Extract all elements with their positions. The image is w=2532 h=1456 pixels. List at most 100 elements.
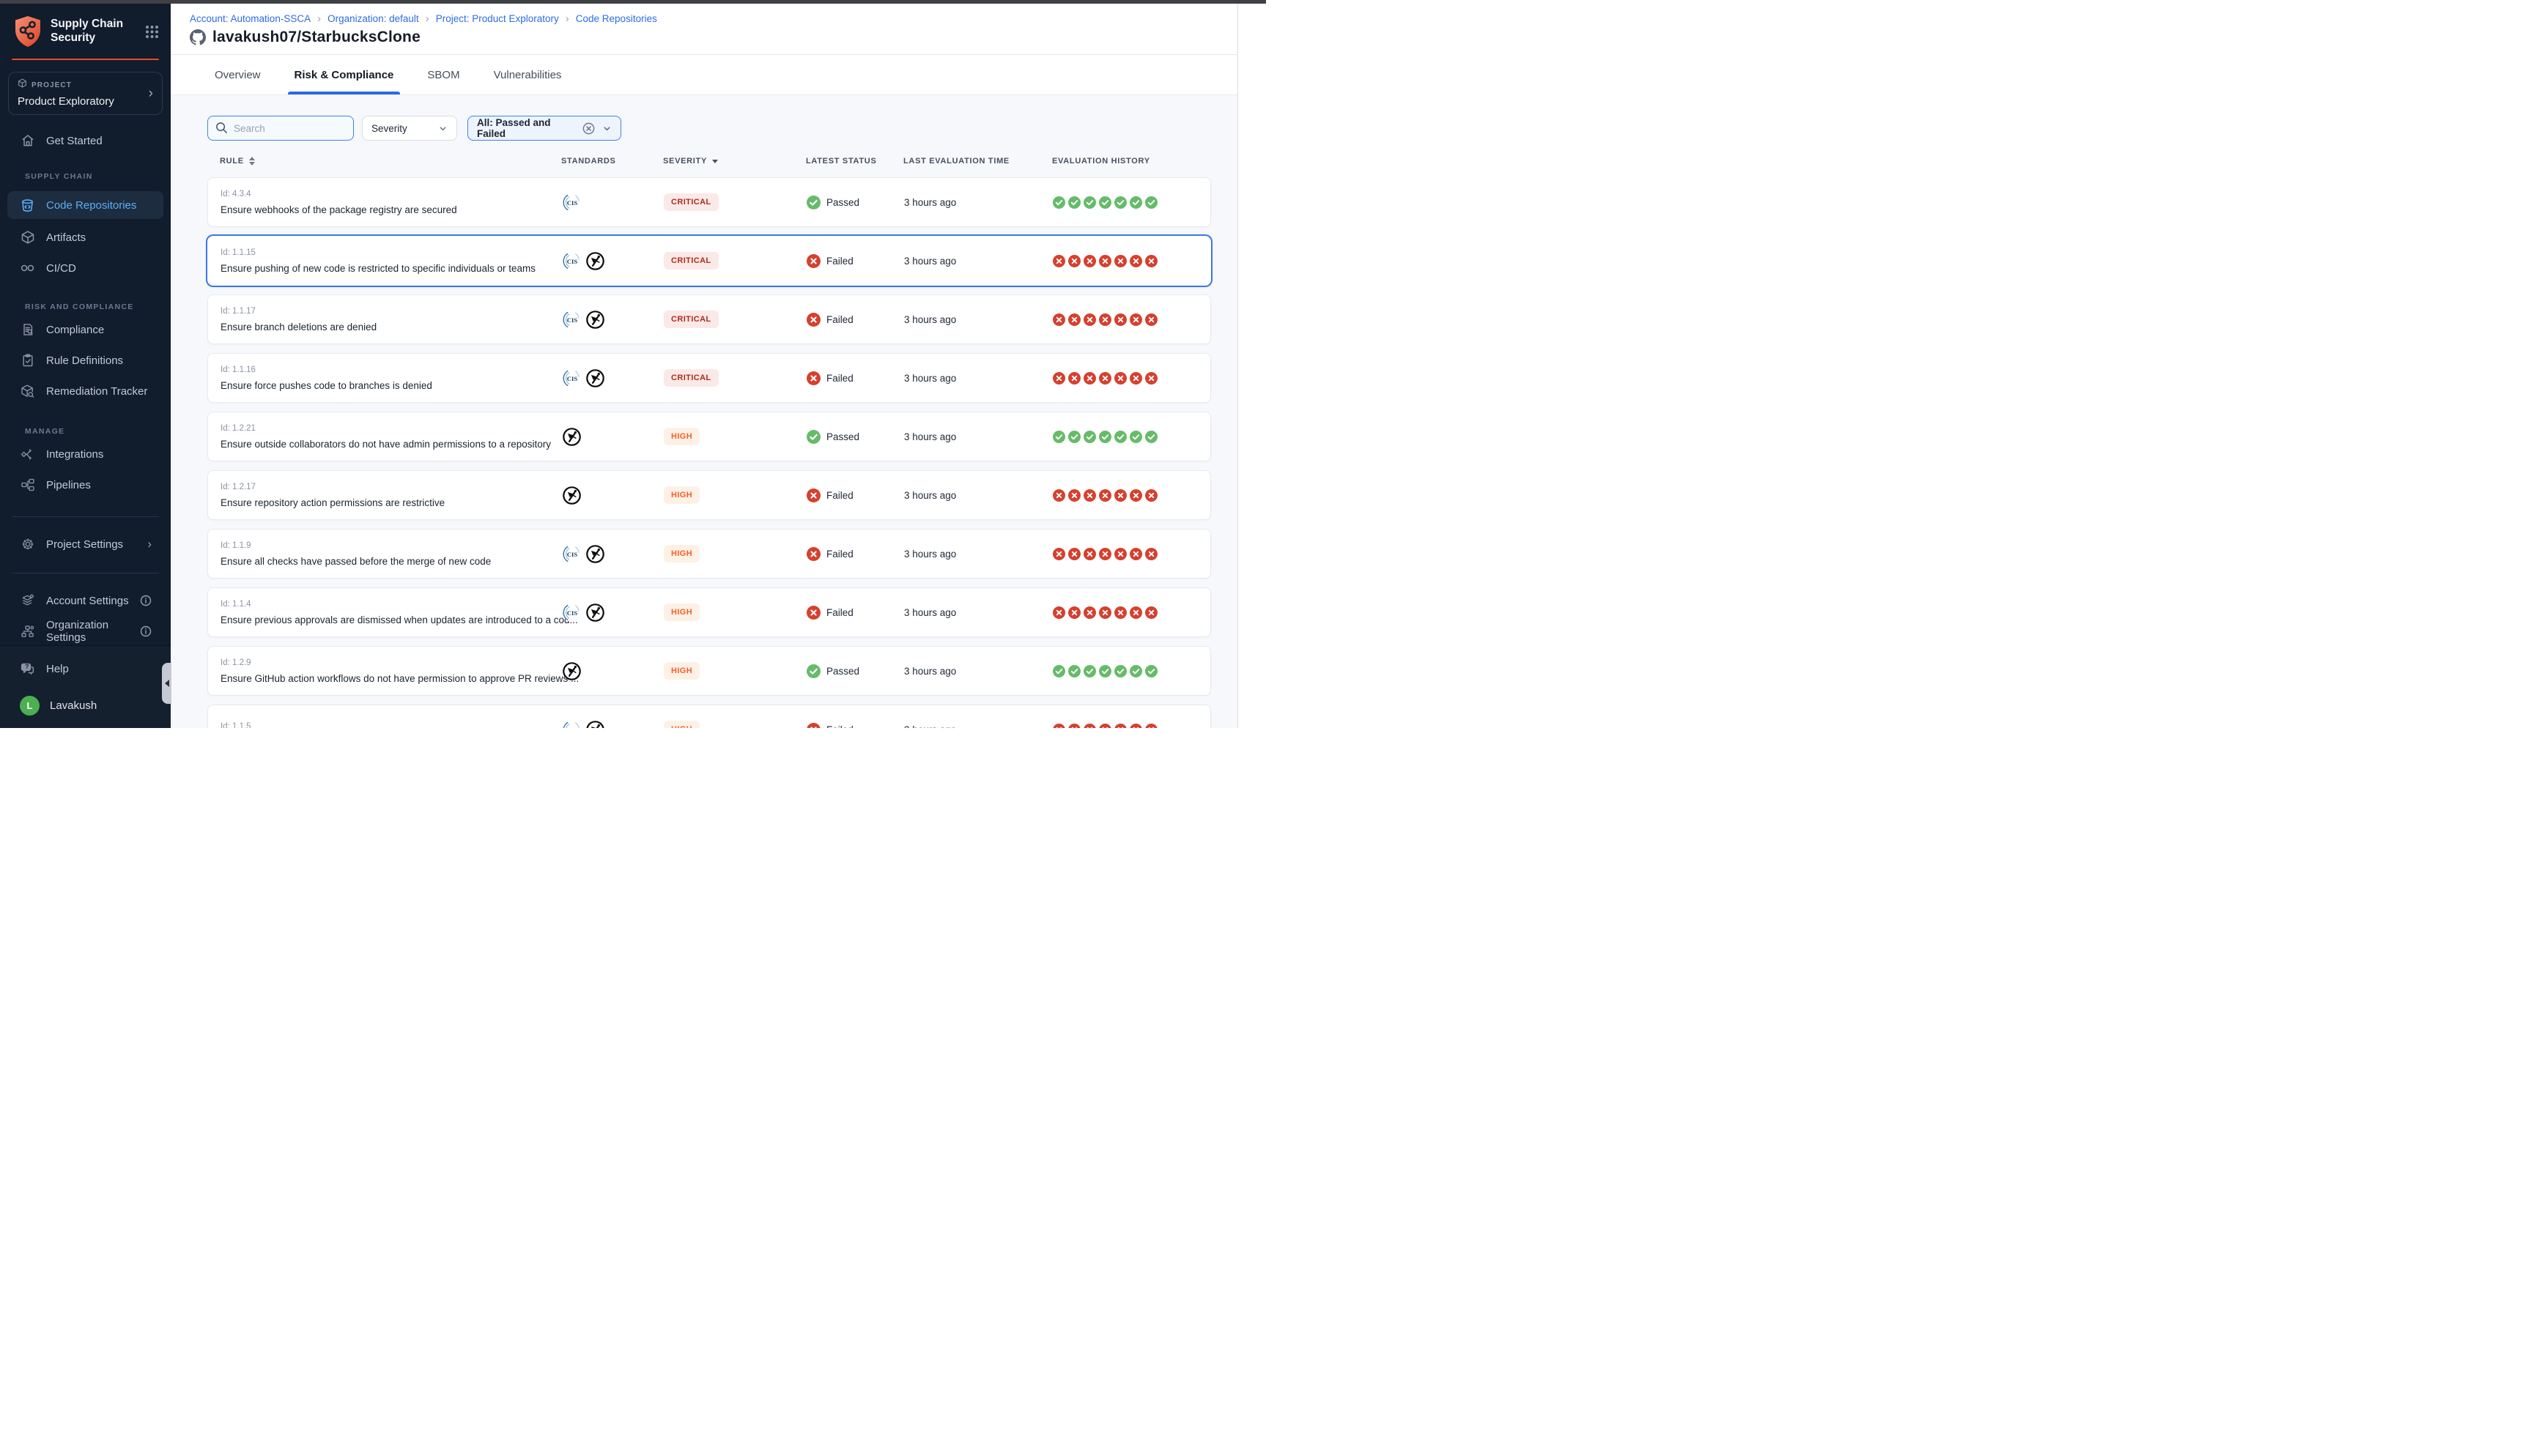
sidebar-item-integrations[interactable]: Integrations bbox=[7, 440, 163, 468]
status-cell: Failed bbox=[807, 489, 904, 502]
table-row[interactable]: Id: 1.1.9 Ensure all checks have passed … bbox=[207, 529, 1211, 579]
sidebar-footer: ? Help L Lavakush bbox=[0, 645, 171, 728]
breadcrumb-account[interactable]: Account: Automation-SSCA bbox=[190, 13, 311, 24]
table-row[interactable]: Id: 1.1.5 CIS HIGH Failed 3 hours ago bbox=[207, 705, 1211, 728]
search-input[interactable] bbox=[207, 116, 354, 141]
sidebar-nav: Get Started SUPPLY CHAIN Code Repositori… bbox=[0, 115, 171, 645]
apps-grid-icon[interactable] bbox=[145, 25, 159, 39]
sidebar-item-help[interactable]: ? Help bbox=[7, 655, 163, 683]
svg-text:CIS: CIS bbox=[567, 374, 578, 382]
sidebar-collapse-handle[interactable] bbox=[162, 663, 171, 704]
sidebar-item-label: Artifacts bbox=[46, 231, 86, 244]
last-evaluation-time: 3 hours ago bbox=[904, 256, 1053, 267]
cis-standard-icon: CIS bbox=[562, 603, 582, 623]
tab-risk-and-compliance[interactable]: Risk & Compliance bbox=[293, 69, 396, 94]
gear-icon bbox=[20, 537, 35, 552]
history-passed-icon bbox=[1114, 196, 1127, 209]
sidebar-item-rule-definitions[interactable]: Rule Definitions bbox=[7, 346, 163, 374]
sidebar-item-label: Rule Definitions bbox=[46, 354, 123, 367]
column-standards: STANDARDS bbox=[561, 157, 663, 166]
table-row[interactable]: Id: 4.3.4 Ensure webhooks of the package… bbox=[207, 177, 1211, 227]
rule-cell: Id: 1.2.21 Ensure outside collaborators … bbox=[208, 412, 562, 461]
section-heading-risk-and-compliance: RISK AND COMPLIANCE bbox=[0, 302, 171, 311]
sidebar-item-label: Project Settings bbox=[46, 538, 123, 551]
sidebar-item-cicd[interactable]: CI/CD bbox=[7, 254, 163, 282]
svg-text:CIS: CIS bbox=[567, 609, 578, 616]
sidebar-item-compliance[interactable]: Compliance bbox=[7, 316, 163, 343]
owasp-standard-icon bbox=[585, 251, 605, 271]
history-failed-icon bbox=[1084, 489, 1096, 502]
history-passed-icon bbox=[1145, 431, 1158, 443]
sidebar-item-pipelines[interactable]: Pipelines bbox=[7, 471, 163, 499]
failed-status-icon bbox=[807, 254, 821, 268]
history-passed-icon bbox=[1053, 665, 1065, 677]
main-content: Account: Automation-SSCA › Organization:… bbox=[171, 4, 1237, 728]
tab-vulnerabilities[interactable]: Vulnerabilities bbox=[492, 69, 563, 94]
status-filter[interactable]: All: Passed and Failed bbox=[467, 116, 621, 141]
history-passed-icon bbox=[1084, 665, 1096, 677]
table-row[interactable]: Id: 1.1.15 Ensure pushing of new code is… bbox=[207, 236, 1211, 286]
severity-cell: CRITICAL bbox=[664, 369, 807, 387]
severity-badge: HIGH bbox=[664, 662, 700, 680]
history-passed-icon bbox=[1053, 196, 1065, 209]
user-menu[interactable]: L Lavakush bbox=[7, 691, 163, 719]
history-failed-icon bbox=[1114, 489, 1127, 502]
history-failed-icon bbox=[1145, 313, 1158, 326]
tab-sbom[interactable]: SBOM bbox=[426, 69, 461, 94]
info-icon[interactable] bbox=[140, 595, 158, 606]
sidebar-item-label: Organization Settings bbox=[46, 619, 129, 644]
sidebar-item-artifacts[interactable]: Artifacts bbox=[7, 223, 163, 251]
history-failed-icon bbox=[1114, 724, 1127, 729]
standards-cell: CIS bbox=[562, 310, 664, 330]
rule-id: Id: 1.1.16 bbox=[221, 365, 256, 374]
history-passed-icon bbox=[1130, 665, 1142, 677]
column-severity[interactable]: SEVERITY bbox=[663, 157, 806, 166]
project-selector-card[interactable]: PROJECT Product Exploratory › bbox=[8, 72, 163, 115]
severity-badge: HIGH bbox=[664, 486, 700, 504]
sidebar-item-organization-settings[interactable]: Organization Settings bbox=[7, 617, 163, 645]
history-failed-icon bbox=[1130, 724, 1142, 729]
history-failed-icon bbox=[1068, 548, 1081, 560]
chevron-right-icon: › bbox=[146, 86, 153, 100]
severity-badge: HIGH bbox=[664, 603, 700, 621]
sidebar-item-project-settings[interactable]: Project Settings › bbox=[7, 530, 163, 558]
tabs: Overview Risk & Compliance SBOM Vulnerab… bbox=[171, 55, 1237, 95]
avatar: L bbox=[20, 696, 40, 716]
sidebar-item-account-settings[interactable]: Account Settings bbox=[7, 587, 163, 614]
status-label: Failed bbox=[826, 490, 854, 501]
sidebar-item-code-repositories[interactable]: Code Repositories bbox=[7, 191, 163, 219]
table-row[interactable]: Id: 1.2.17 Ensure repository action perm… bbox=[207, 470, 1211, 520]
status-label: Failed bbox=[826, 256, 854, 267]
table-row[interactable]: Id: 1.2.21 Ensure outside collaborators … bbox=[207, 412, 1211, 461]
table-row[interactable]: Id: 1.1.4 Ensure previous approvals are … bbox=[207, 587, 1211, 637]
rule-cell: Id: 1.2.9 Ensure GitHub action workflows… bbox=[208, 647, 562, 695]
severity-badge: HIGH bbox=[664, 428, 700, 445]
sidebar-item-remediation-tracker[interactable]: Remediation Tracker bbox=[7, 377, 163, 405]
status-label: Passed bbox=[826, 431, 859, 442]
tab-overview[interactable]: Overview bbox=[213, 69, 262, 94]
table-row[interactable]: Id: 1.1.17 Ensure branch deletions are d… bbox=[207, 294, 1211, 344]
breadcrumb-organization[interactable]: Organization: default bbox=[327, 13, 419, 24]
status-label: Passed bbox=[826, 197, 859, 208]
info-icon[interactable] bbox=[140, 625, 158, 637]
table-row[interactable]: Id: 1.1.16 Ensure force pushes code to b… bbox=[207, 353, 1211, 403]
breadcrumb-code-repositories[interactable]: Code Repositories bbox=[576, 13, 657, 24]
rule-cell: Id: 1.1.16 Ensure force pushes code to b… bbox=[208, 354, 562, 402]
status-cell: Failed bbox=[807, 371, 904, 385]
breadcrumb: Account: Automation-SSCA › Organization:… bbox=[190, 13, 1237, 24]
history-failed-icon bbox=[1084, 606, 1096, 619]
history-failed-icon bbox=[1145, 372, 1158, 385]
breadcrumb-project[interactable]: Project: Product Exploratory bbox=[436, 13, 559, 24]
history-failed-icon bbox=[1130, 606, 1142, 619]
table-row[interactable]: Id: 1.2.9 Ensure GitHub action workflows… bbox=[207, 646, 1211, 696]
clear-filter-icon[interactable] bbox=[582, 122, 596, 135]
sidebar-item-label: Help bbox=[46, 663, 69, 675]
status-label: Failed bbox=[826, 607, 854, 618]
sidebar-item-get-started[interactable]: Get Started bbox=[7, 127, 163, 155]
column-rule[interactable]: RULE bbox=[207, 157, 561, 166]
owasp-standard-icon bbox=[585, 603, 605, 623]
history-failed-icon bbox=[1130, 372, 1142, 385]
brand-title: Supply Chain Security bbox=[51, 18, 123, 45]
severity-filter[interactable]: Severity bbox=[362, 116, 457, 141]
compliance-document-icon bbox=[20, 322, 35, 338]
